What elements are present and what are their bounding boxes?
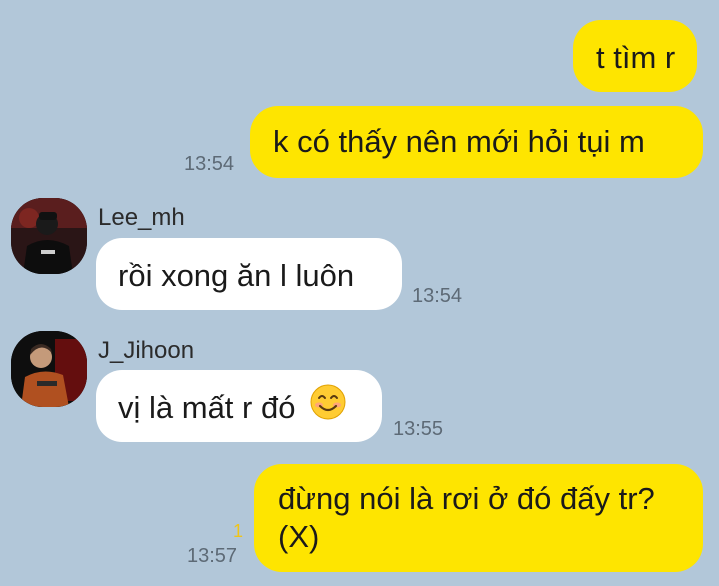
avatar-lee-mh[interactable]: [11, 198, 87, 274]
avatar-j-jihoon[interactable]: [11, 331, 87, 407]
profile-photo-icon: [11, 331, 87, 407]
message-text-line: (X): [278, 519, 320, 554]
message-bubble-outgoing[interactable]: đừng nói là rơi ở đó đấy tr? (X): [254, 464, 703, 572]
message-text: t tìm r: [596, 40, 676, 75]
unread-count: 1: [233, 521, 244, 541]
message-text-line: đừng nói là rơi ở đó đấy tr?: [278, 481, 655, 516]
sender-name: J_Jihoon: [98, 337, 195, 364]
message-text: vị là mất r đó: [118, 390, 296, 425]
message-text: rồi xong ăn l luôn: [118, 258, 355, 293]
smiling-face-emoji-icon: [310, 384, 346, 429]
message-bubble-incoming[interactable]: vị là mất r đó: [96, 370, 382, 442]
message-timestamp: 13:57: [187, 545, 238, 567]
profile-photo-icon: [11, 198, 87, 274]
message-bubble-outgoing[interactable]: t tìm r: [573, 20, 697, 92]
message-text: k có thấy nên mới hỏi tụi m: [273, 124, 645, 159]
message-timestamp: 13:54: [184, 153, 235, 175]
message-bubble-outgoing[interactable]: k có thấy nên mới hỏi tụi m: [250, 106, 703, 178]
sender-name: Lee_mh: [98, 204, 185, 231]
message-timestamp: 13:54: [412, 285, 463, 307]
message-timestamp: 13:55: [393, 418, 444, 440]
message-bubble-incoming[interactable]: rồi xong ăn l luôn: [96, 238, 402, 310]
